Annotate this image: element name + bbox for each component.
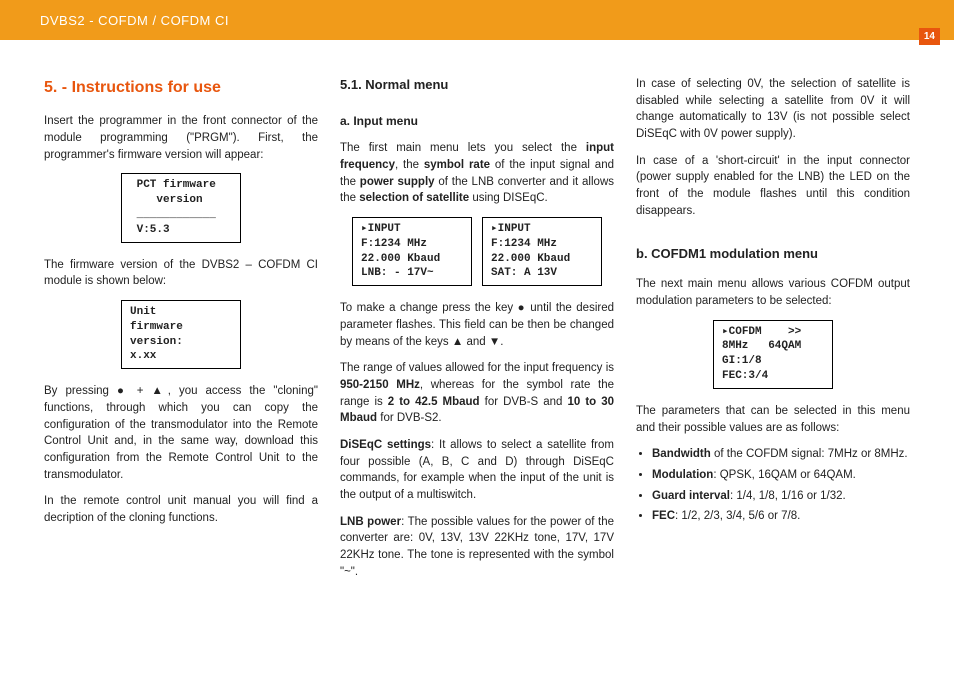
col3-p3: The next main menu allows various COFDM … [636, 276, 910, 309]
bold-symbol-rate: symbol rate [424, 159, 490, 171]
bold-power-supply: power supply [360, 176, 435, 188]
lcd-input-row: ▸INPUT F:1234 MHz 22.000 Kbaud LNB: - 17… [340, 217, 614, 286]
b: Bandwidth [652, 448, 711, 460]
bold-lnb-power: LNB power [340, 516, 401, 528]
col3-p4: The parameters that can be selected in t… [636, 403, 910, 436]
t: The first main menu lets you select the [340, 142, 586, 154]
bold-sr-range1: 2 to 42.5 Mbaud [388, 396, 480, 408]
col1-p3b: In the remote control unit manual you wi… [44, 493, 318, 526]
col2-p3: The range of values allowed for the inpu… [340, 360, 614, 427]
section-heading: 5. - Instructions for use [44, 76, 318, 99]
t: for DVB-S and [480, 396, 568, 408]
col3-p1: In case of selecting 0V, the selection o… [636, 76, 910, 143]
t: : 1/2, 2/3, 3/4, 5/6 or 7/8. [675, 510, 800, 522]
lcd-input-lnb: ▸INPUT F:1234 MHz 22.000 Kbaud LNB: - 17… [352, 217, 472, 286]
header-bar: DVBS2 - COFDM / COFDM CI 14 [0, 0, 954, 40]
b: Guard interval [652, 490, 730, 502]
b: Modulation [652, 469, 713, 481]
t: : QPSK, 16QAM or 64QAM. [713, 469, 856, 481]
t: , the [395, 159, 424, 171]
column-2: 5.1. Normal menu a. Input menu The first… [340, 76, 614, 590]
col2-p1: The first main menu lets you select the … [340, 140, 614, 207]
col2-p5: LNB power: The possible values for the p… [340, 514, 614, 581]
lcd-input-sat: ▸INPUT F:1234 MHz 22.000 Kbaud SAT: A 13… [482, 217, 602, 286]
col2-p2: To make a change press the key ● until t… [340, 300, 614, 350]
subheading-cofdm-menu: b. COFDM1 modulation menu [636, 245, 910, 264]
param-guard-interval: Guard interval: 1/4, 1/8, 1/16 or 1/32. [652, 488, 910, 505]
param-bandwidth: Bandwidth of the COFDM signal: 7MHz or 8… [652, 446, 910, 463]
t: The range of values allowed for the inpu… [340, 362, 614, 374]
page-number-badge: 14 [919, 28, 940, 45]
subheading-normal-menu: 5.1. Normal menu [340, 76, 614, 95]
lcd-unit-firmware: Unit firmware version: x.xx [121, 300, 241, 369]
col3-p2: In case of a 'short-circuit' in the inpu… [636, 153, 910, 220]
column-3: In case of selecting 0V, the selection o… [636, 76, 910, 590]
lcd-pct-firmware: PCT firmware version ____________ V:5.3 [121, 173, 241, 242]
bold-diseqc: DiSEqC settings [340, 439, 431, 451]
param-modulation: Modulation: QPSK, 16QAM or 64QAM. [652, 467, 910, 484]
col2-p4: DiSEqC settings: It allows to select a s… [340, 437, 614, 504]
page-body: 5. - Instructions for use Insert the pro… [0, 40, 954, 590]
b: FEC [652, 510, 675, 522]
t: : 1/4, 1/8, 1/16 or 1/32. [730, 490, 846, 502]
lcd-cofdm: ▸COFDM >> 8MHz 64QAM GI:1/8 FEC:3/4 [713, 320, 833, 389]
t: using DISEqC. [469, 192, 548, 204]
t: for DVB-S2. [377, 412, 442, 424]
col1-p3a: By pressing ● + ▲, you access the "cloni… [44, 383, 318, 483]
header-title: DVBS2 - COFDM / COFDM CI [40, 13, 229, 28]
param-list: Bandwidth of the COFDM signal: 7MHz or 8… [636, 446, 910, 525]
bold-selection-satellite: selection of satellite [359, 192, 469, 204]
t: of the COFDM signal: 7MHz or 8MHz. [711, 448, 908, 460]
column-1: 5. - Instructions for use Insert the pro… [44, 76, 318, 590]
param-fec: FEC: 1/2, 2/3, 3/4, 5/6 or 7/8. [652, 508, 910, 525]
subheading-input-menu: a. Input menu [340, 113, 614, 130]
col1-p1: Insert the programmer in the front conne… [44, 113, 318, 163]
bold-freq-range: 950-2150 MHz [340, 379, 420, 391]
col1-p2: The firmware version of the DVBS2 – COFD… [44, 257, 318, 290]
